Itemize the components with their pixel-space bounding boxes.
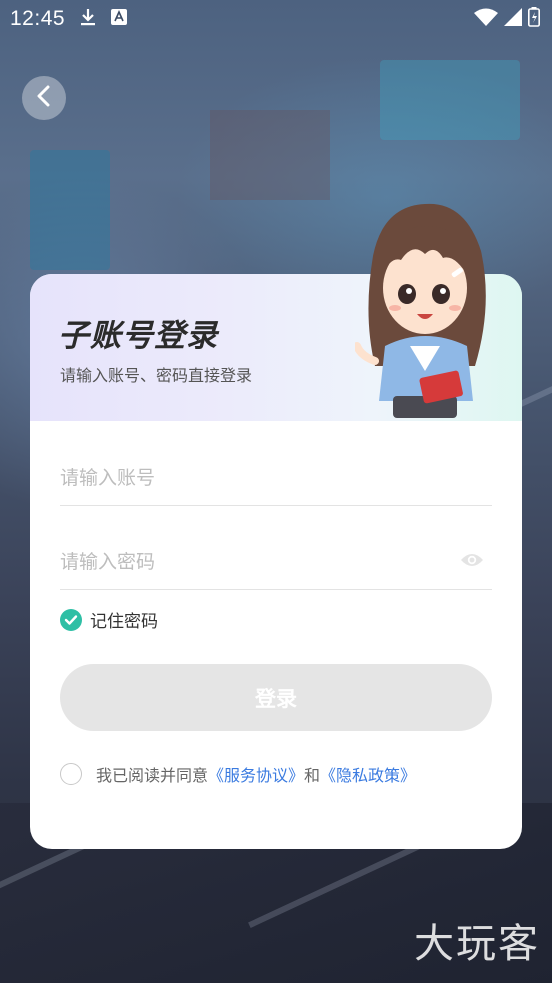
agreement-prefix: 我已阅读并同意 (96, 766, 209, 785)
download-icon (79, 7, 97, 31)
service-agreement-link[interactable]: 《服务协议》 (208, 762, 304, 786)
agreement-and: 和 (304, 766, 321, 785)
agreement-row: 我已阅读并同意 《服务协议》 和 《隐私政策》 (60, 762, 416, 786)
page-subtitle: 请输入账号、密码直接登录 (60, 366, 253, 385)
remember-password-toggle[interactable]: 记住密码 (60, 607, 158, 632)
account-field[interactable] (60, 450, 492, 506)
wifi-icon (474, 8, 498, 30)
status-time: 12:45 (10, 7, 66, 30)
signal-icon (504, 8, 522, 30)
remember-password-label: 记住密码 (90, 612, 158, 632)
account-input[interactable] (60, 450, 492, 505)
battery-icon (528, 7, 540, 31)
chevron-left-icon (36, 85, 52, 111)
agreement-checkbox[interactable] (60, 763, 82, 785)
mascot-illustration (355, 203, 486, 418)
back-button[interactable] (22, 76, 66, 120)
a-icon (111, 9, 128, 29)
login-button[interactable]: 登录 (60, 664, 492, 731)
eye-icon[interactable] (460, 551, 484, 573)
checkmark-icon (60, 608, 82, 631)
status-bar: 12:45 (0, 0, 552, 38)
privacy-policy-link[interactable]: 《隐私政策》 (320, 762, 416, 786)
watermark-text: 大玩客 (414, 921, 540, 967)
password-input[interactable] (60, 534, 440, 589)
page-title: 子账号登录 (58, 318, 218, 354)
password-field[interactable] (60, 534, 492, 590)
